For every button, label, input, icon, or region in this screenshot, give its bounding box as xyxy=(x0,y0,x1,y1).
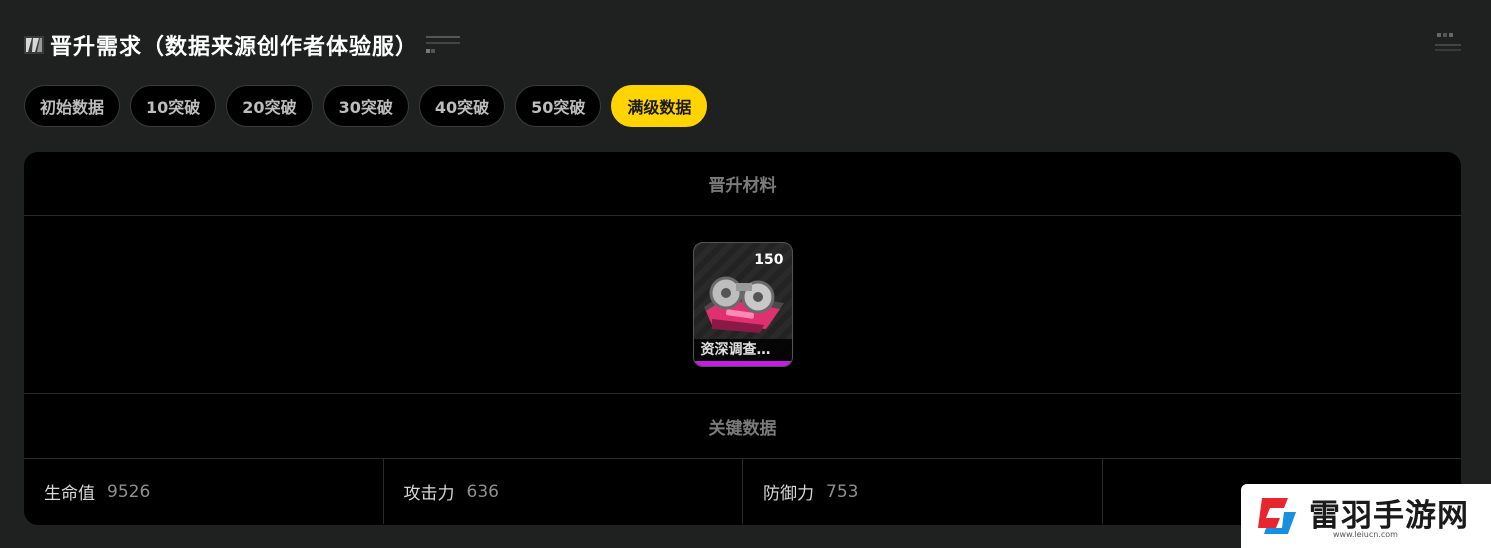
corner-pattern-icon xyxy=(1435,33,1461,51)
stat-value: 636 xyxy=(466,481,499,502)
material-item[interactable]: 150 资深调查… xyxy=(692,242,793,367)
watermark-url: www.leiucn.com xyxy=(1333,530,1398,539)
materials-list: 150 资深调查… xyxy=(24,216,1461,394)
stat-attack: 攻击力 636 xyxy=(384,459,743,524)
stat-value: 753 xyxy=(826,481,859,502)
site-watermark: 雷羽手游网 www.leiucn.com xyxy=(1241,484,1491,548)
tab-breakthrough-30[interactable]: 30突破 xyxy=(322,85,409,127)
material-name: 资深调查… xyxy=(693,339,792,361)
tab-breakthrough-20[interactable]: 20突破 xyxy=(226,85,313,127)
page-header: 晋升需求（数据来源创作者体验服） xyxy=(24,28,461,62)
stat-value: 9526 xyxy=(107,481,151,502)
stat-label: 攻击力 xyxy=(403,484,455,504)
page-title: 晋升需求（数据来源创作者体验服） xyxy=(50,35,419,60)
tab-breakthrough-10[interactable]: 10突破 xyxy=(130,85,217,127)
tab-initial-data[interactable]: 初始数据 xyxy=(24,85,121,127)
logo-mark-icon xyxy=(24,36,44,54)
decorative-pattern-icon xyxy=(426,36,461,53)
rarity-bar xyxy=(693,361,792,366)
stat-defense: 防御力 753 xyxy=(743,459,1103,524)
materials-heading: 晋升材料 xyxy=(24,152,1461,216)
level-tabs: 初始数据 10突破 20突破 30突破 40突破 50突破 满级数据 xyxy=(24,85,708,127)
tab-breakthrough-50[interactable]: 50突破 xyxy=(515,85,602,127)
stat-hp: 生命值 9526 xyxy=(24,459,384,524)
tab-breakthrough-40[interactable]: 40突破 xyxy=(418,85,506,127)
stats-heading: 关键数据 xyxy=(24,394,1461,459)
tape-recorder-icon xyxy=(703,276,784,333)
stat-label: 防御力 xyxy=(763,484,814,504)
watermark-logo-icon xyxy=(1258,498,1296,534)
promotion-panel: 晋升材料 150 资深调查… 关键数据 生命值 9526 攻击力 636 防御力… xyxy=(24,152,1461,525)
watermark-name: 雷羽手游网 xyxy=(1309,498,1469,534)
stat-label: 生命值 xyxy=(44,484,95,504)
tab-max-level-data[interactable]: 满级数据 xyxy=(611,85,708,127)
